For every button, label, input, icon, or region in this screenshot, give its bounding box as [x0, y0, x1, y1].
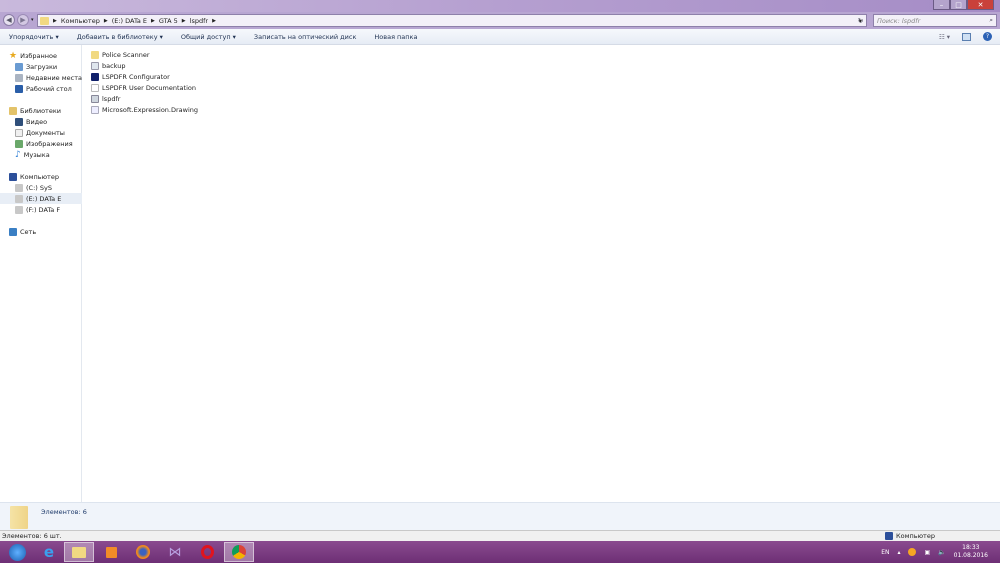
back-button[interactable]: ◀: [3, 14, 15, 26]
file-item[interactable]: Police Scanner: [91, 49, 150, 60]
show-hidden-icons[interactable]: ▴: [897, 549, 900, 556]
sidebar-item-desktop[interactable]: Рабочий стол: [15, 83, 72, 94]
folder-icon: [91, 50, 99, 59]
address-bar[interactable]: ▶ Компьютер ▶ (E:) DATa E ▶ GTA 5 ▶ lspdfr ▶…: [37, 14, 867, 27]
sidebar-network[interactable]: Сеть: [9, 226, 36, 237]
network-icon: [9, 227, 17, 236]
system-tray: EN ▴ ▣ 🔈 18:33 01.08.2016: [881, 544, 988, 560]
drive-icon: [15, 194, 23, 203]
folder-icon: [10, 506, 28, 529]
network-tray-icon[interactable]: ▣: [924, 549, 930, 556]
maximize-button[interactable]: □: [950, 0, 967, 10]
details-pane: Элементов: 6: [0, 502, 1000, 530]
taskbar: e ⋈ EN ▴ ▣ 🔈 18:33 01.08.2016: [0, 541, 1000, 563]
sidebar-favorites[interactable]: ★ Избранное: [9, 50, 57, 61]
dll-icon: [91, 105, 99, 114]
status-bar: Элементов: 6 шт. Компьютер: [0, 530, 1000, 541]
item-count: Элементов: 6: [41, 508, 87, 516]
file-item[interactable]: backup: [91, 60, 126, 71]
sidebar-item-recent[interactable]: Недавние места: [15, 72, 82, 83]
sidebar-item-pictures[interactable]: Изображения: [15, 138, 73, 149]
document-icon: [91, 83, 99, 92]
search-input[interactable]: Поиск: lspdfr ⌕: [873, 14, 997, 27]
music-icon: ♪: [15, 149, 21, 160]
recent-pages-dropdown[interactable]: ▾: [31, 17, 34, 23]
file-item[interactable]: Microsoft.Expression.Drawing: [91, 104, 198, 115]
opera-icon[interactable]: [192, 542, 222, 562]
file-icon: [91, 61, 99, 70]
sidebar-item-video[interactable]: Видео: [15, 116, 47, 127]
internet-explorer-icon[interactable]: e: [34, 542, 64, 562]
drive-icon: [15, 205, 23, 214]
file-item[interactable]: LSPDFR User Documentation: [91, 82, 196, 93]
sidebar-item-drive-c[interactable]: (C:) SyS: [15, 182, 52, 193]
minimize-button[interactable]: –: [933, 0, 950, 10]
breadcrumb-item[interactable]: Компьютер: [61, 17, 100, 25]
sidebar-item-music[interactable]: ♪ Музыка: [15, 149, 50, 160]
drive-icon: [15, 183, 23, 192]
folder-icon: [40, 16, 49, 25]
file-item[interactable]: lspdfr: [91, 93, 120, 104]
breadcrumb-item[interactable]: (E:) DATa E: [112, 17, 147, 25]
breadcrumb-item[interactable]: lspdfr: [190, 17, 208, 25]
language-indicator[interactable]: EN: [881, 549, 889, 556]
pictures-icon: [15, 139, 23, 148]
computer-icon: [9, 172, 17, 181]
file-list: Police Scanner backup LSPDFR Configurato…: [83, 45, 1000, 502]
recent-places-icon: [15, 73, 23, 82]
refresh-icon[interactable]: ↻: [854, 14, 867, 27]
desktop-icon: [15, 84, 23, 93]
media-player-icon[interactable]: [96, 542, 126, 562]
preview-pane-icon[interactable]: [962, 32, 971, 41]
close-button[interactable]: ✕: [967, 0, 994, 10]
sidebar-item-downloads[interactable]: Загрузки: [15, 61, 57, 72]
chrome-icon[interactable]: [224, 542, 254, 562]
video-icon: [15, 117, 23, 126]
downloads-icon: [15, 62, 23, 71]
sidebar-item-drive-f[interactable]: (F:) DATa F: [15, 204, 60, 215]
burn-button[interactable]: Записать на оптический диск: [245, 33, 365, 41]
volume-icon[interactable]: 🔈: [938, 549, 945, 556]
app-tray-icon[interactable]: [908, 548, 917, 556]
navigation-pane: ★ Избранное Загрузки Недавние места Рабоч…: [0, 45, 82, 502]
search-icon: ⌕: [989, 16, 993, 24]
settings-file-icon: [91, 94, 99, 103]
clock[interactable]: 18:33 01.08.2016: [954, 544, 988, 560]
add-to-library-button[interactable]: Добавить в библиотеку ▾: [68, 33, 172, 41]
status-location: Компьютер: [896, 532, 935, 540]
app-icon: [91, 72, 99, 81]
help-icon[interactable]: ?: [983, 32, 992, 41]
view-options-icon[interactable]: ☷ ▾: [939, 33, 950, 41]
computer-icon: [885, 532, 893, 540]
share-button[interactable]: Общий доступ ▾: [172, 33, 245, 41]
forward-button[interactable]: ▶: [17, 14, 29, 26]
firefox-icon[interactable]: [128, 542, 158, 562]
address-row: ◀ ▶ ▾ ▶ Компьютер ▶ (E:) DATa E ▶ GTA 5 ▶ l…: [0, 12, 1000, 29]
new-folder-button[interactable]: Новая папка: [365, 33, 426, 41]
sidebar-item-drive-e[interactable]: (E:) DATa E: [0, 193, 82, 204]
libraries-icon: [9, 106, 17, 115]
sidebar-libraries[interactable]: Библиотеки: [9, 105, 61, 116]
status-count: Элементов: 6 шт.: [2, 532, 62, 540]
sidebar-item-documents[interactable]: Документы: [15, 127, 65, 138]
sidebar-computer[interactable]: Компьютер: [9, 171, 59, 182]
breadcrumb-item[interactable]: GTA 5: [159, 17, 178, 25]
title-bar: – □ ✕: [0, 0, 1000, 12]
explorer-icon[interactable]: [64, 542, 94, 562]
visual-studio-icon[interactable]: ⋈: [160, 542, 190, 562]
star-icon: ★: [9, 50, 18, 61]
start-button[interactable]: [2, 542, 32, 562]
command-bar: Упорядочить ▾ Добавить в библиотеку ▾ Об…: [0, 29, 1000, 45]
documents-icon: [15, 128, 23, 137]
file-item[interactable]: LSPDFR Configurator: [91, 71, 170, 82]
organize-button[interactable]: Упорядочить ▾: [0, 33, 68, 41]
